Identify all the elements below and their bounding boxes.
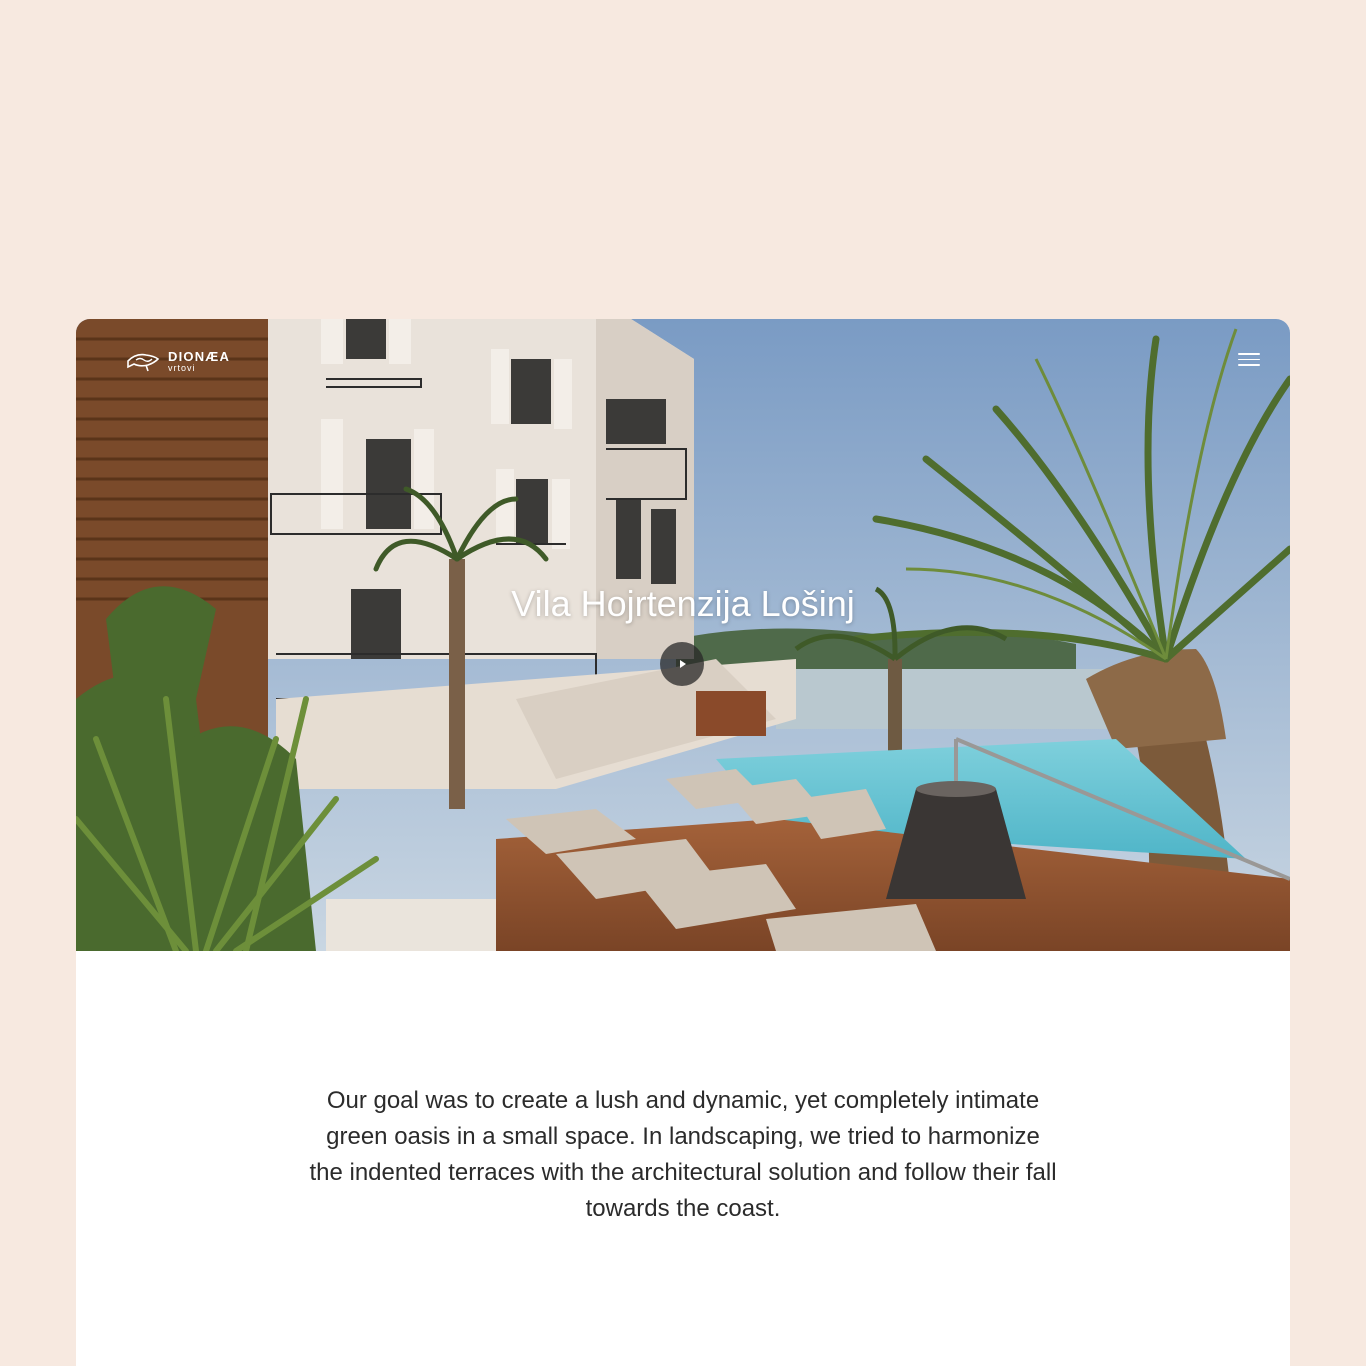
hero-image: DIONÆA vrtovi Vila Hojrtenzija Lošinj [76, 319, 1290, 951]
play-video-button[interactable] [660, 642, 704, 686]
brand-subtitle: vrtovi [168, 362, 196, 373]
brand-logo[interactable]: DIONÆA vrtovi [126, 349, 230, 373]
project-description: Our goal was to create a lush and dynami… [309, 1087, 1057, 1222]
brand-name: DIONÆA [168, 348, 231, 364]
project-card: DIONÆA vrtovi Vila Hojrtenzija Lošinj Ou… [76, 319, 1290, 1366]
project-title: Vila Hojrtenzija Lošinj [511, 583, 855, 624]
hamburger-menu-icon[interactable] [1238, 353, 1260, 369]
hero-photo [76, 319, 1290, 951]
fish-logo-icon [127, 353, 160, 372]
play-icon [680, 660, 686, 668]
